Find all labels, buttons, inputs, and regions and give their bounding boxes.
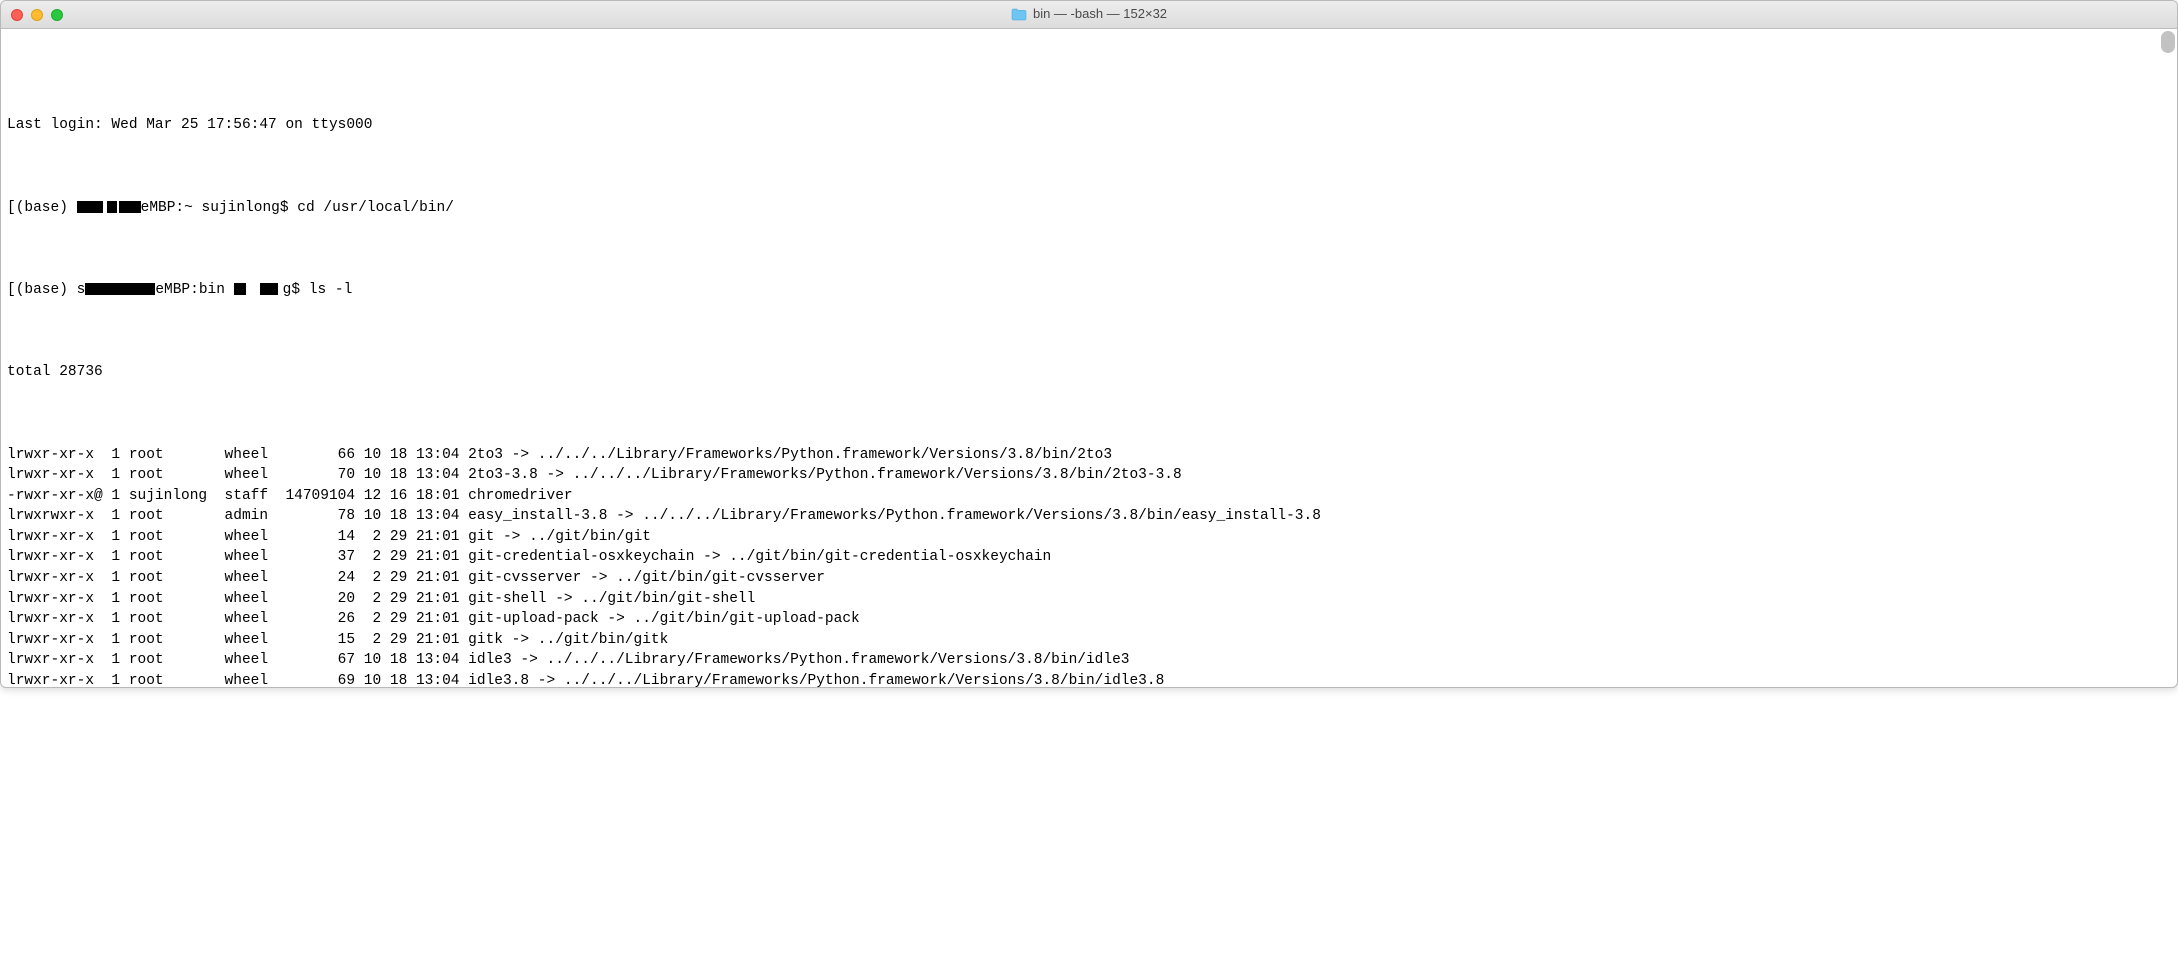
titlebar[interactable]: bin — -bash — 152×32 bbox=[1, 1, 2177, 29]
listing-row: lrwxr-xr-x 1 root wheel 67 10 18 13:04 i… bbox=[7, 650, 2171, 671]
minimize-icon[interactable] bbox=[31, 9, 43, 21]
command-1: cd /usr/local/bin/ bbox=[297, 200, 454, 216]
listing-row: lrwxr-xr-x 1 root wheel 66 10 18 13:04 2… bbox=[7, 445, 2171, 466]
total-line: total 28736 bbox=[7, 362, 2171, 383]
terminal-output[interactable]: Last login: Wed Mar 25 17:56:47 on ttys0… bbox=[1, 29, 2177, 687]
listing-row: lrwxr-xr-x 1 root wheel 24 2 29 21:01 gi… bbox=[7, 568, 2171, 589]
terminal-window: bin — -bash — 152×32 Last login: Wed Mar… bbox=[0, 0, 2178, 688]
listing-row: lrwxrwxr-x 1 root admin 78 10 18 13:04 e… bbox=[7, 506, 2171, 527]
maximize-icon[interactable] bbox=[51, 9, 63, 21]
prompt1-pre: (base) bbox=[16, 200, 77, 216]
prompt2-post: g$ bbox=[283, 282, 309, 298]
redacted-hostname bbox=[85, 283, 155, 295]
redacted-hostname bbox=[107, 201, 117, 213]
window-title-text: bin — -bash — 152×32 bbox=[1033, 5, 1167, 23]
prompt-line-2: [(base) seMBP:bin g$ ls -l bbox=[7, 280, 2171, 301]
listing-row: lrwxr-xr-x 1 root wheel 15 2 29 21:01 gi… bbox=[7, 630, 2171, 651]
listing-row: lrwxr-xr-x 1 root wheel 14 2 29 21:01 gi… bbox=[7, 527, 2171, 548]
traffic-lights bbox=[1, 9, 63, 21]
listing-container: lrwxr-xr-x 1 root wheel 66 10 18 13:04 2… bbox=[7, 445, 2171, 687]
listing-row: -rwxr-xr-x@ 1 sujinlong staff 14709104 1… bbox=[7, 486, 2171, 507]
command-2: ls -l bbox=[309, 282, 353, 298]
login-line: Last login: Wed Mar 25 17:56:47 on ttys0… bbox=[7, 115, 2171, 136]
redacted-user bbox=[234, 283, 246, 295]
prompt1-post: eMBP:~ sujinlong$ bbox=[141, 200, 298, 216]
prompt-line-1: [(base) eMBP:~ sujinlong$ cd /usr/local/… bbox=[7, 198, 2171, 219]
redacted-hostname bbox=[77, 201, 103, 213]
listing-row: lrwxr-xr-x 1 root wheel 70 10 18 13:04 2… bbox=[7, 465, 2171, 486]
listing-row: lrwxr-xr-x 1 root wheel 26 2 29 21:01 gi… bbox=[7, 609, 2171, 630]
window-title: bin — -bash — 152×32 bbox=[1, 5, 2177, 23]
folder-icon bbox=[1011, 8, 1027, 21]
scrollbar-thumb[interactable] bbox=[2161, 31, 2175, 53]
listing-row: lrwxr-xr-x 1 root wheel 69 10 18 13:04 i… bbox=[7, 671, 2171, 687]
redacted-hostname bbox=[119, 201, 141, 213]
listing-row: lrwxr-xr-x 1 root wheel 37 2 29 21:01 gi… bbox=[7, 547, 2171, 568]
prompt2-pre: (base) s bbox=[16, 282, 86, 298]
listing-row: lrwxr-xr-x 1 root wheel 20 2 29 21:01 gi… bbox=[7, 589, 2171, 610]
redacted-user bbox=[260, 283, 278, 295]
prompt2-mid: eMBP:bin bbox=[155, 282, 233, 298]
close-icon[interactable] bbox=[11, 9, 23, 21]
